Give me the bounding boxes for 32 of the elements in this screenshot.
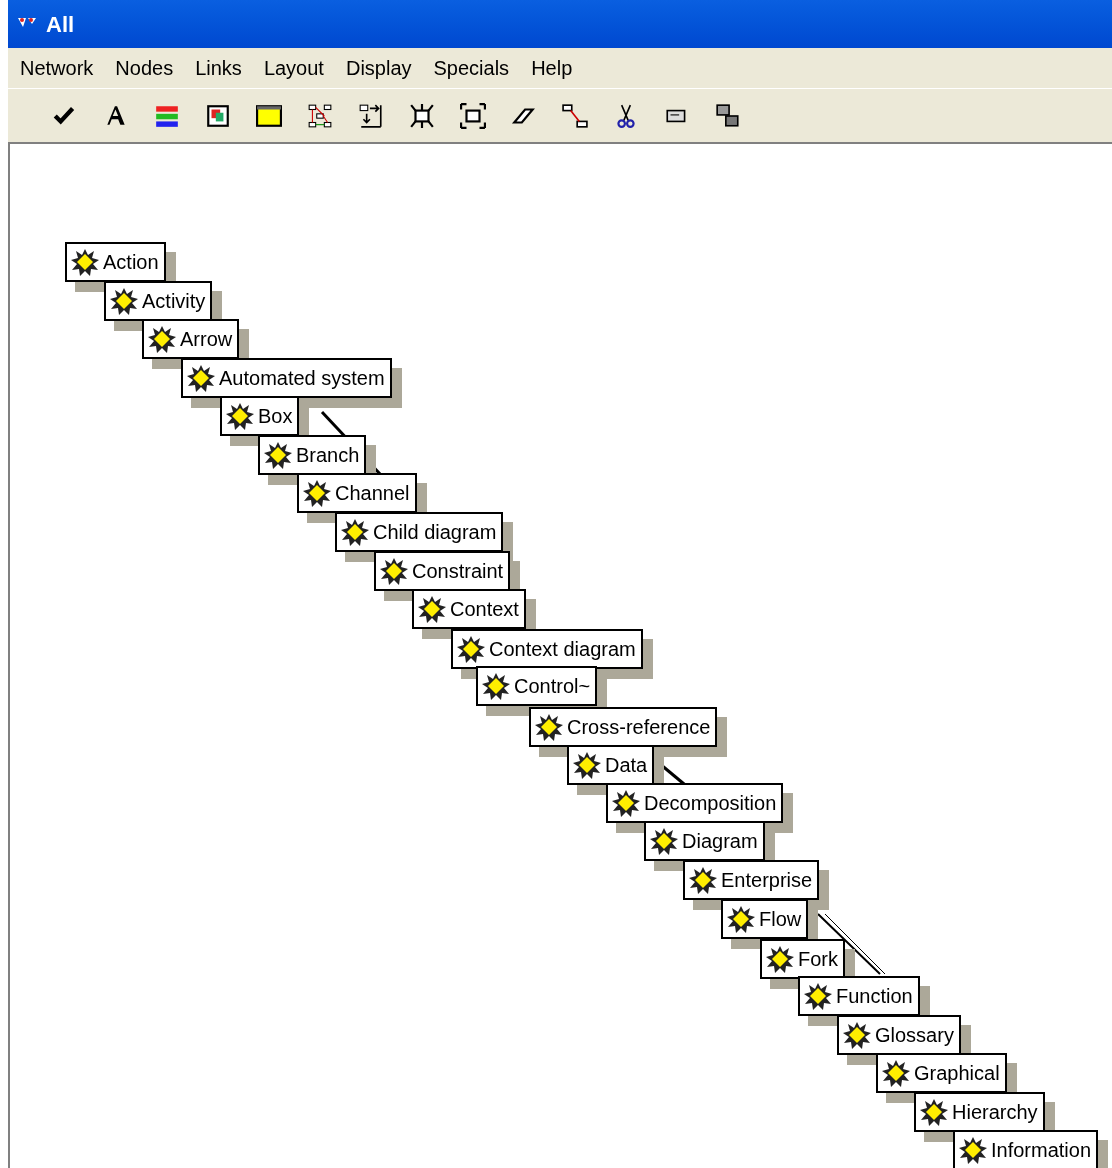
node-label: Function [836, 984, 913, 1009]
node-label: Hierarchy [952, 1100, 1038, 1125]
node-label: Action [103, 250, 159, 275]
menu-item[interactable]: Layout [263, 53, 324, 83]
menu-item[interactable]: Nodes [115, 53, 174, 83]
menu-item[interactable]: Help [531, 53, 573, 83]
node-label: Arrow [180, 327, 233, 352]
node-label: Channel [335, 481, 410, 506]
node-label: Context [450, 597, 519, 622]
menu-item[interactable]: Display [345, 53, 412, 83]
node-label: Glossary [875, 1023, 954, 1048]
node-label: Information [991, 1138, 1092, 1163]
menu-item[interactable]: Network [20, 53, 94, 83]
node-label: Control~ [514, 674, 591, 699]
node-label: Graphical [914, 1061, 1000, 1086]
node-label: Diagram [682, 829, 758, 854]
node-label: Enterprise [721, 868, 813, 893]
node-label: Data [605, 753, 648, 778]
node-label: Automated system [219, 366, 385, 391]
menu-item[interactable]: Links [195, 53, 242, 83]
node-label: Box [258, 404, 293, 429]
node-label: Branch [296, 443, 360, 468]
menu-item[interactable]: Specials [433, 53, 510, 83]
node-label: Activity [142, 289, 206, 314]
node-label: Fork [798, 947, 838, 972]
node-label: Flow [759, 907, 802, 932]
node-label: Cross-reference [567, 715, 711, 740]
node-label: Constraint [412, 559, 504, 584]
window-title: All [46, 10, 75, 39]
node-label: Decomposition [644, 791, 777, 816]
node-label: Child diagram [373, 520, 497, 545]
node-label: Context diagram [489, 637, 636, 662]
